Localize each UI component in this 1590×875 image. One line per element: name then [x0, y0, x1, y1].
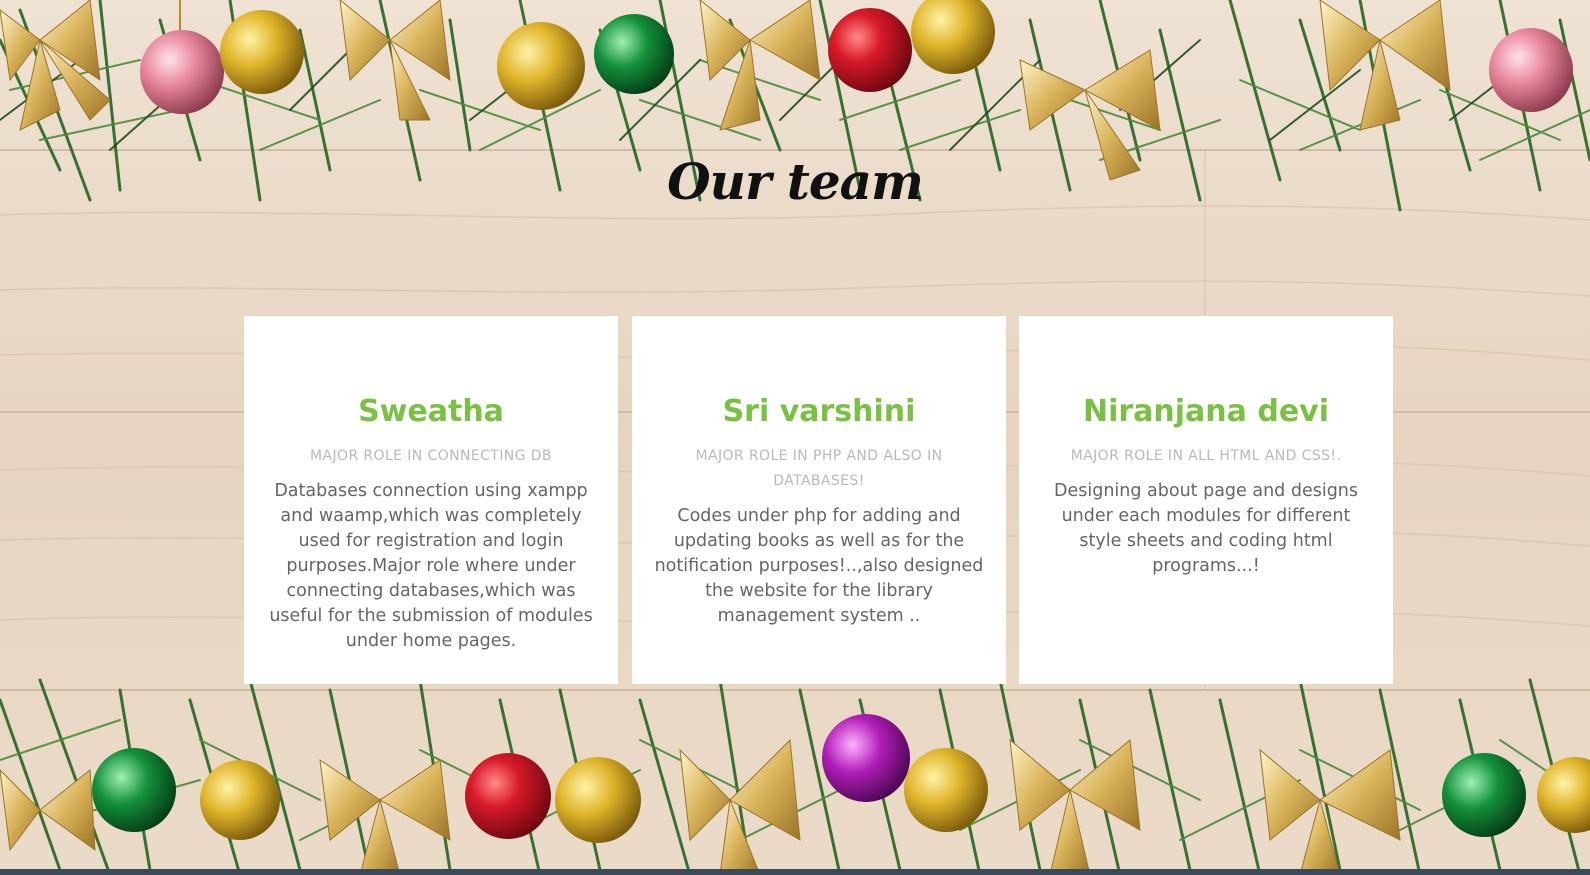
bottom-edge-bar — [0, 869, 1590, 875]
team-member-name: Sweatha — [358, 394, 504, 429]
team-member-description: Designing about page and designs under e… — [1053, 481, 1359, 576]
team-card-sri-varshini: Sri varshini MAJOR ROLE IN PHP AND ALSO … — [632, 316, 1006, 684]
team-member-role: MAJOR ROLE IN PHP AND ALSO IN DATABASES! — [695, 448, 943, 489]
team-member-role: MAJOR ROLE IN CONNECTING DB — [310, 448, 552, 464]
team-member-description: Codes under php for adding and updating … — [654, 506, 984, 626]
team-card-niranjana-devi: Niranjana devi MAJOR ROLE IN ALL HTML AN… — [1019, 316, 1393, 684]
team-member-name: Niranjana devi — [1082, 394, 1330, 429]
team-card-sweatha: Sweatha MAJOR ROLE IN CONNECTING DB Data… — [244, 316, 618, 684]
page-title: Our team — [667, 152, 924, 211]
team-member-description: Databases connection using xampp and waa… — [269, 481, 593, 651]
team-member-role: MAJOR ROLE IN ALL HTML AND CSS!. — [1070, 448, 1342, 464]
team-member-name: Sri varshini — [722, 394, 916, 429]
